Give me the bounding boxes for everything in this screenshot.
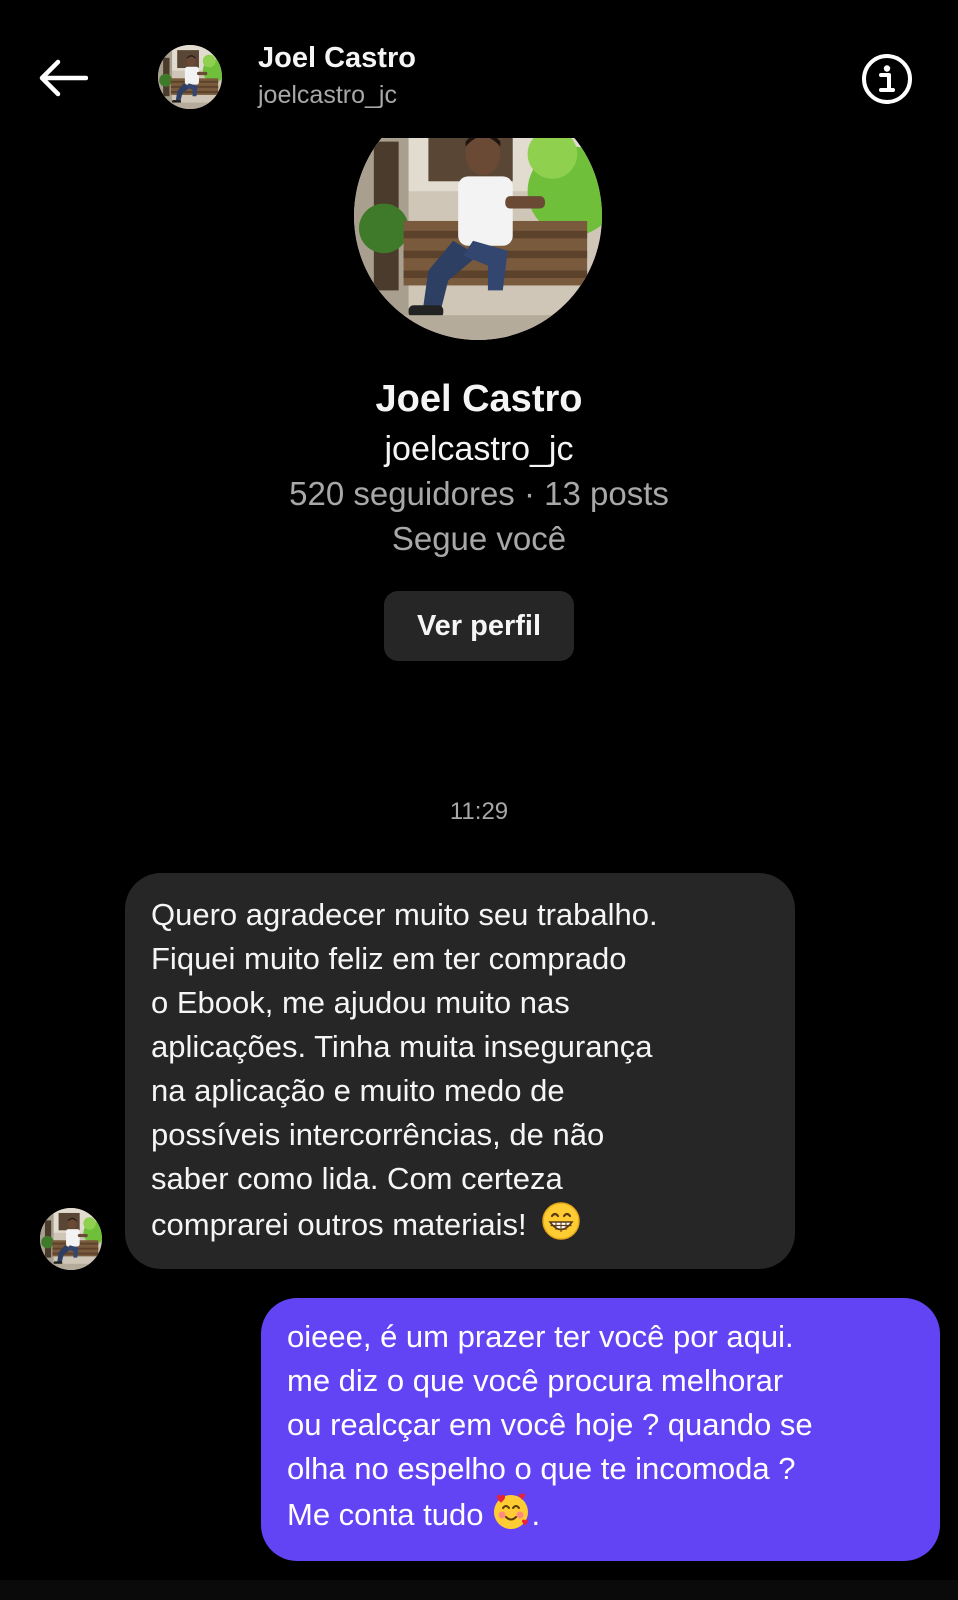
message-line: Fiquei muito feliz em ter comprado (151, 941, 627, 976)
back-button[interactable] (30, 48, 94, 108)
profile-stats: 520 seguidores · 13 posts (289, 475, 669, 512)
header-avatar[interactable] (158, 45, 222, 109)
header-contact-name[interactable]: Joel Castro (258, 42, 416, 75)
chat-header: Joel Castro joelcastro_jc (0, 0, 958, 140)
profile-username: joelcastro_jc (384, 430, 574, 468)
view-profile-button[interactable]: Ver perfil (384, 591, 574, 661)
message-line-last: comprarei outros materiais! (151, 1201, 769, 1247)
profile-name: Joel Castro (375, 378, 583, 420)
message-line-text: Me conta tudo (287, 1497, 484, 1532)
message-line: aplicações. Tinha muita insegurança (151, 1029, 653, 1064)
message-line-text: comprarei outros materiais! (151, 1207, 527, 1242)
message-line: na aplicação e muito medo de (151, 1073, 565, 1108)
message-line: possíveis intercorrências, de não (151, 1117, 605, 1152)
message-line-end: . (531, 1497, 541, 1532)
message-line: o Ebook, me ajudou muito nas (151, 985, 570, 1020)
incoming-message-bubble[interactable]: Quero agradecer muito seu trabalho. Fiqu… (125, 873, 795, 1269)
info-button[interactable] (860, 52, 914, 106)
message-line-last: Me conta tudo. (287, 1491, 914, 1537)
message-timestamp: 11:29 (449, 798, 509, 825)
outgoing-message-bubble[interactable]: oieee, é um prazer ter você por aqui. me… (261, 1298, 940, 1561)
follows-you-label: Segue você (391, 520, 567, 557)
message-line: saber como lida. Com certeza (151, 1161, 563, 1196)
message-line: olha no espelho o que te incomoda ? (287, 1451, 796, 1486)
grinning-face-emoji (541, 1201, 581, 1241)
message-line: me diz o que você procura melhorar (287, 1363, 784, 1398)
message-line: Quero agradecer muito seu trabalho. (151, 897, 658, 932)
message-line: oieee, é um prazer ter você por aqui. (287, 1319, 794, 1354)
message-line: ou realcçar em você hoje ? quando se (287, 1407, 813, 1442)
sender-avatar[interactable] (40, 1208, 102, 1270)
header-contact-username[interactable]: joelcastro_jc (258, 81, 397, 110)
smiling-face-with-hearts-emoji (491, 1491, 531, 1531)
arrow-left-icon (39, 59, 88, 97)
bottom-edge (0, 1580, 958, 1600)
info-circle-icon (862, 54, 912, 104)
